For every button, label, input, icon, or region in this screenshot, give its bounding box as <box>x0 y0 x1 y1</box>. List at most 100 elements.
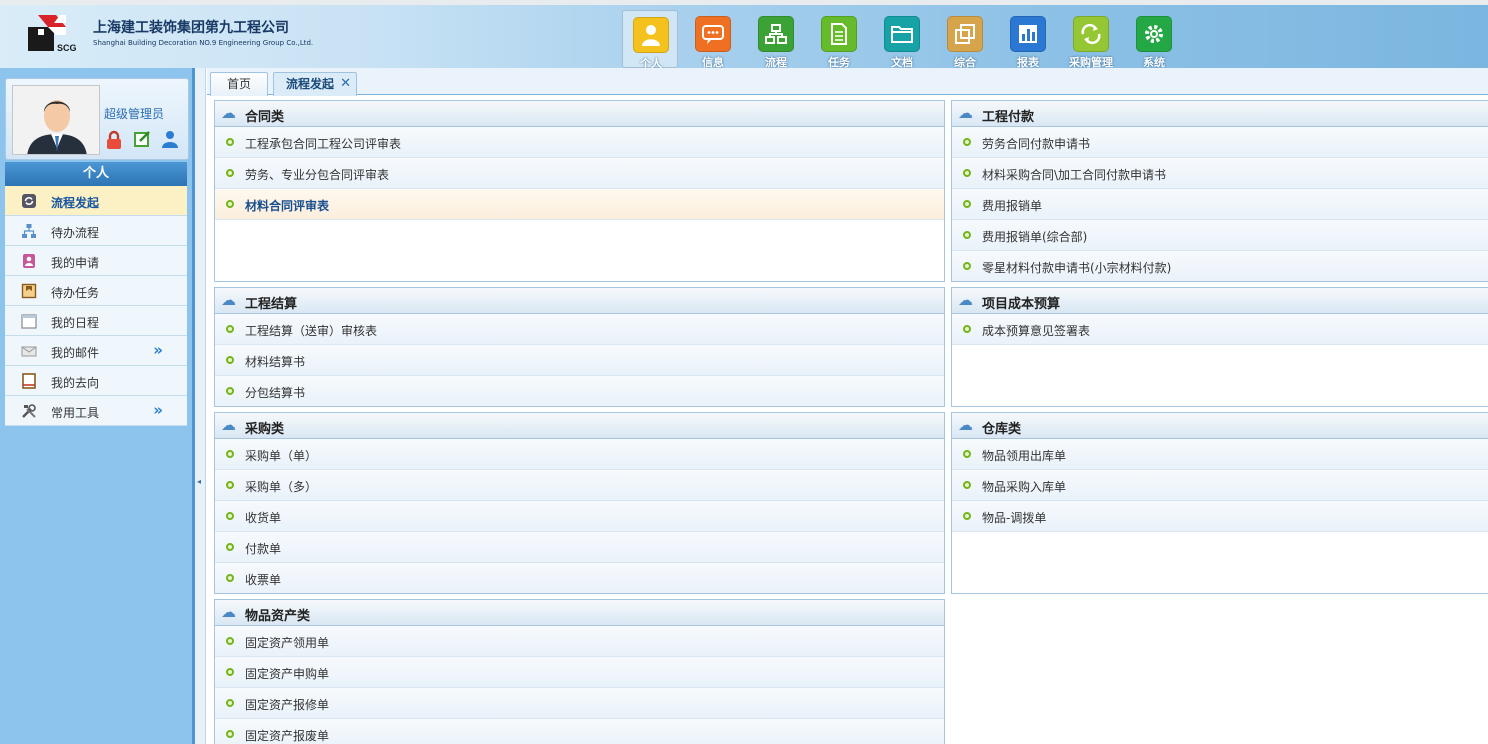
panel-purchase: ☁ 采购类 采购单（单） 采购单（多） 收货单 付款单 收票单 <box>214 412 945 594</box>
nav-reports[interactable]: 报表 <box>1000 10 1056 69</box>
company-logo: SCG <box>28 15 77 53</box>
list-item[interactable]: 材料合同评审表 <box>215 189 944 220</box>
list-item[interactable]: 采购单（单） <box>215 439 944 470</box>
cloud-refresh-icon: ☁ <box>221 603 236 621</box>
panel-payment: ☁ 工程付款 劳务合同付款申请书 材料采购合同\加工合同付款申请书 费用报销单 … <box>951 100 1488 282</box>
expand-arrow-icon[interactable]: » <box>153 401 163 419</box>
list-item[interactable]: 固定资产领用单 <box>215 626 944 657</box>
task-icon <box>21 283 37 299</box>
list-item[interactable]: 固定资产申购单 <box>215 657 944 688</box>
list-item[interactable]: 物品采购入库单 <box>952 470 1488 501</box>
list-item[interactable]: 固定资产报废单 <box>215 719 944 744</box>
notebook-icon <box>21 373 37 389</box>
tab-start-process[interactable]: 流程发起 ✕ <box>273 72 357 96</box>
list-item[interactable]: 材料采购合同\加工合同付款申请书 <box>952 158 1488 189</box>
panel-title: 物品资产类 <box>245 609 311 624</box>
nav-tasks[interactable]: 任务 <box>811 10 867 69</box>
sidebar-item-my-requests[interactable]: 我的申请 <box>5 246 187 276</box>
nav-general[interactable]: 综合 <box>937 10 993 69</box>
sidebar-item-label: 待办任务 <box>51 286 100 300</box>
list-item[interactable]: 收票单 <box>215 563 944 593</box>
sidebar-item-my-schedule[interactable]: 我的日程 <box>5 306 187 336</box>
bullet-icon <box>226 325 234 333</box>
mail-icon <box>21 343 37 359</box>
list-item[interactable]: 固定资产报修单 <box>215 688 944 719</box>
tab-label: 流程发起 <box>286 77 335 91</box>
tab-label: 首页 <box>226 77 251 91</box>
list-item[interactable]: 采购单（多） <box>215 470 944 501</box>
list-item[interactable]: 分包结算书 <box>215 376 944 406</box>
sidebar-splitter[interactable]: ◂ <box>195 68 206 744</box>
expand-arrow-icon[interactable]: » <box>153 341 163 359</box>
profile-actions <box>104 130 188 152</box>
list-item[interactable]: 付款单 <box>215 532 944 563</box>
folder-icon <box>884 16 920 52</box>
sidebar-item-tools[interactable]: 常用工具 » <box>5 396 187 426</box>
list-item[interactable]: 零星材料付款申请书(小宗材料付款) <box>952 251 1488 281</box>
nav-procurement[interactable]: 采购管理 <box>1063 10 1119 69</box>
bullet-icon <box>226 512 234 520</box>
panel-title: 采购类 <box>245 422 285 437</box>
panel-title: 合同类 <box>245 110 285 125</box>
list-item[interactable]: 工程承包合同工程公司评审表 <box>215 127 944 158</box>
bullet-icon <box>963 138 971 146</box>
person-icon <box>633 17 669 53</box>
calendar-icon <box>21 313 37 329</box>
tab-bar: 首页 流程发起 ✕ <box>207 68 1488 96</box>
nav-messages[interactable]: 信息 <box>685 10 741 69</box>
list-item[interactable]: 费用报销单(综合部) <box>952 220 1488 251</box>
panel-header: ☁ 项目成本预算 <box>952 288 1488 314</box>
edit-icon[interactable] <box>132 130 152 150</box>
list-item[interactable]: 费用报销单 <box>952 189 1488 220</box>
user-icon[interactable] <box>160 130 180 150</box>
list-item[interactable]: 劳务合同付款申请书 <box>952 127 1488 158</box>
panel-header: ☁ 采购类 <box>215 413 944 439</box>
cloud-refresh-icon: ☁ <box>958 104 973 122</box>
sidebar-item-pending-tasks[interactable]: 待办任务 <box>5 276 187 306</box>
collapse-arrow-icon[interactable]: ◂ <box>197 473 203 491</box>
list-item[interactable]: 材料结算书 <box>215 345 944 376</box>
nav-workflow[interactable]: 流程 <box>748 10 804 69</box>
list-item[interactable]: 劳务、专业分包合同评审表 <box>215 158 944 189</box>
bullet-icon <box>226 574 234 582</box>
bullet-icon <box>963 200 971 208</box>
panel-warehouse: ☁ 仓库类 物品领用出库单 物品采购入库单 物品-调拨单 <box>951 412 1488 594</box>
bullet-icon <box>963 450 971 458</box>
sidebar-item-label: 常用工具 <box>51 406 100 420</box>
panel-header: ☁ 工程结算 <box>215 288 944 314</box>
company-name: 上海建工装饰集团第九工程公司 <box>93 20 289 36</box>
panel-header: ☁ 仓库类 <box>952 413 1488 439</box>
nav-personal[interactable]: 个人 <box>622 10 678 70</box>
avatar <box>12 85 100 155</box>
sidebar-item-pending-process[interactable]: 待办流程 <box>5 216 187 246</box>
bullet-icon <box>226 730 234 738</box>
bullet-icon <box>226 200 234 208</box>
sidebar-item-label: 我的日程 <box>51 316 100 330</box>
sidebar-item-my-mail[interactable]: 我的邮件 » <box>5 336 187 366</box>
org-chart-icon <box>21 223 37 239</box>
cloud-refresh-icon: ☁ <box>958 416 973 434</box>
panel-title: 工程结算 <box>245 297 298 312</box>
panel-title: 仓库类 <box>982 422 1022 437</box>
user-profile: 超级管理员 <box>5 78 189 160</box>
close-icon[interactable]: ✕ <box>340 73 351 95</box>
bullet-icon <box>226 450 234 458</box>
sidebar-item-my-whereabouts[interactable]: 我的去向 <box>5 366 187 396</box>
tab-home[interactable]: 首页 <box>210 72 268 96</box>
cloud-refresh-icon: ☁ <box>221 416 236 434</box>
list-item[interactable]: 成本预算意见签署表 <box>952 314 1488 345</box>
list-item[interactable]: 工程结算（送审）审核表 <box>215 314 944 345</box>
sidebar-item-start-process[interactable]: 流程发起 <box>5 186 187 216</box>
list-item[interactable]: 物品-调拨单 <box>952 501 1488 532</box>
app-header: SCG 上海建工装饰集团第九工程公司 Shanghai Building Dec… <box>0 5 1488 70</box>
bullet-icon <box>963 169 971 177</box>
nav-system[interactable]: 系统 <box>1126 10 1182 69</box>
list-item[interactable]: 物品领用出库单 <box>952 439 1488 470</box>
flowchart-icon <box>758 16 794 52</box>
lock-icon[interactable] <box>104 130 124 150</box>
panel-settlement: ☁ 工程结算 工程结算（送审）审核表 材料结算书 分包结算书 <box>214 287 945 407</box>
nav-documents[interactable]: 文档 <box>874 10 930 69</box>
main-content: ☁ 合同类 工程承包合同工程公司评审表 劳务、专业分包合同评审表 材料合同评审表… <box>207 96 1488 744</box>
list-item[interactable]: 收货单 <box>215 501 944 532</box>
panel-contract: ☁ 合同类 工程承包合同工程公司评审表 劳务、专业分包合同评审表 材料合同评审表 <box>214 100 945 282</box>
